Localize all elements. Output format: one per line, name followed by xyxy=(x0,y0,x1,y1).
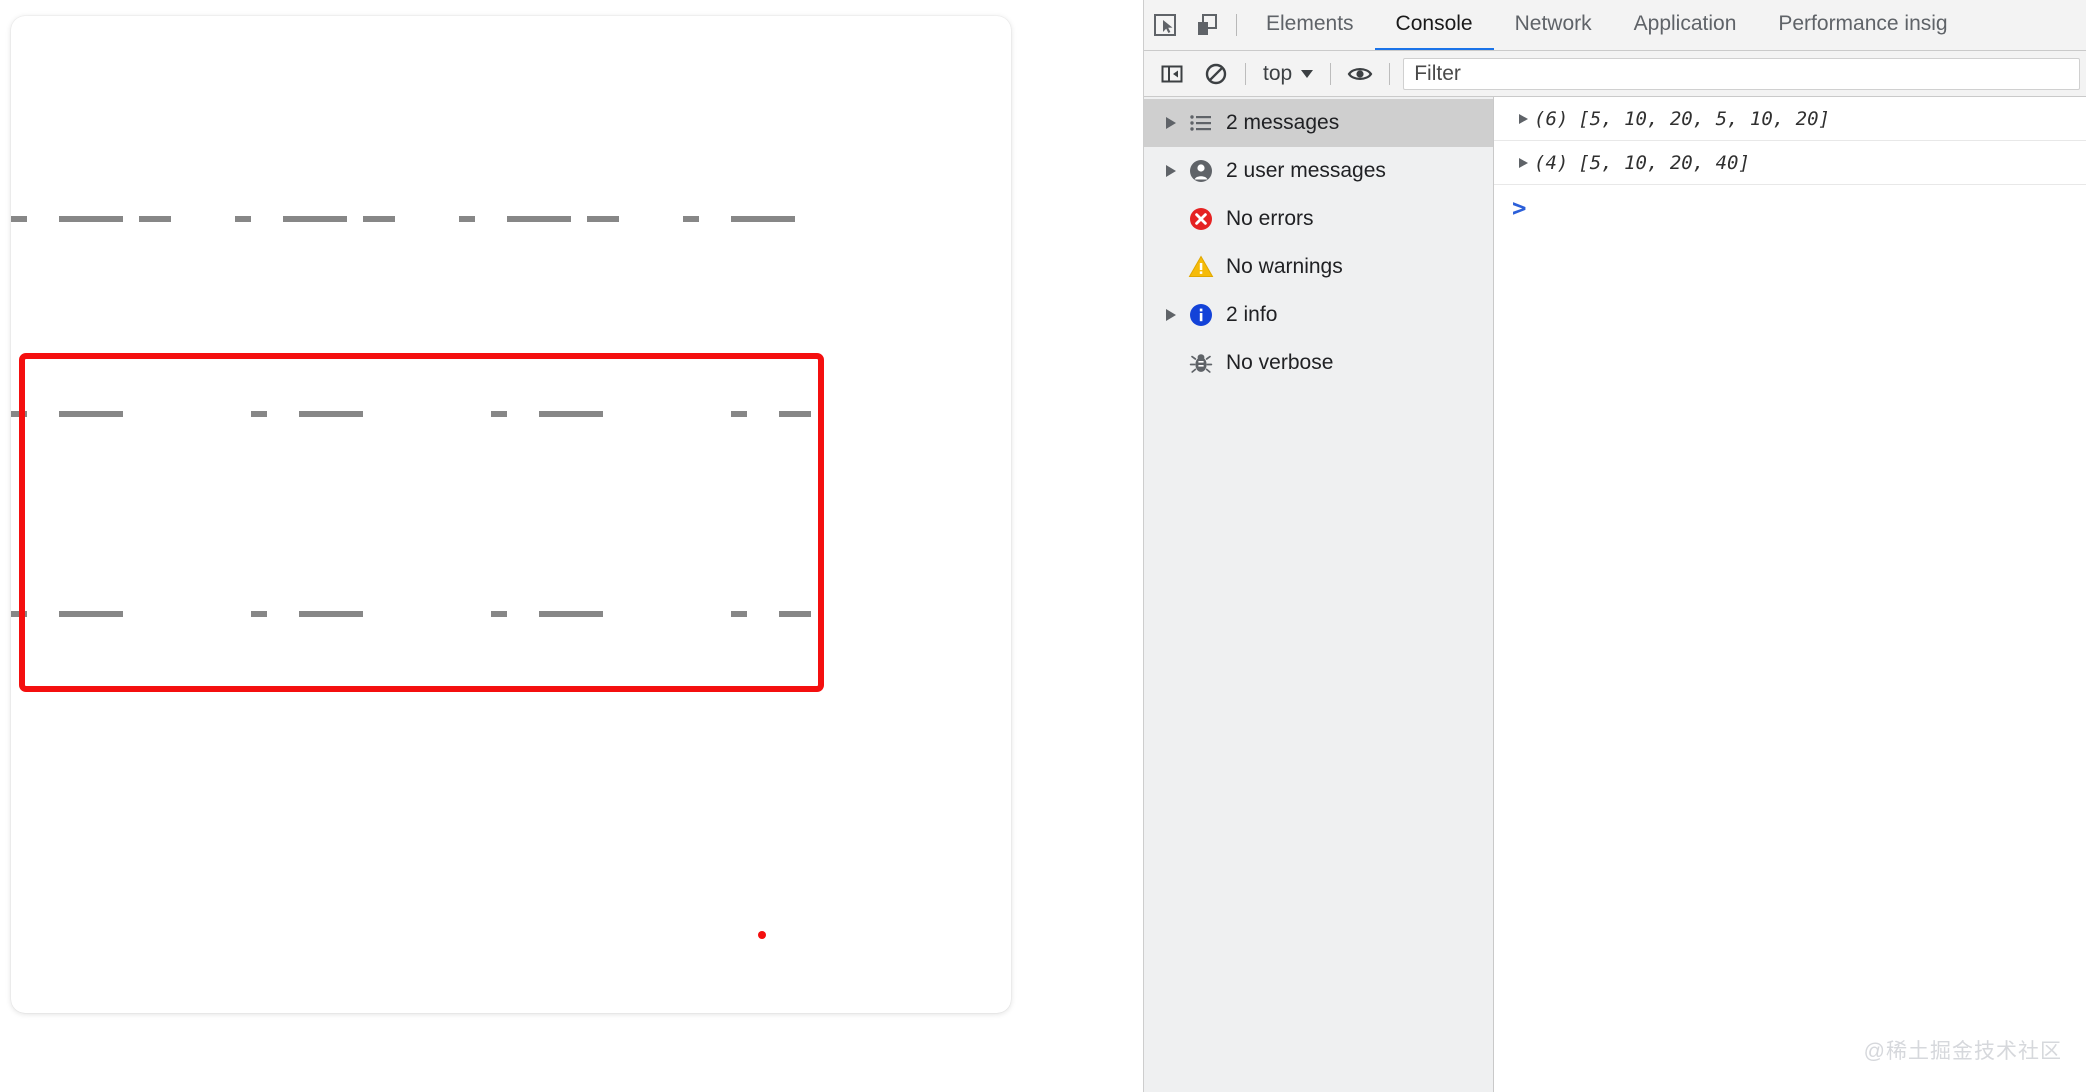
red-dot-marker xyxy=(758,931,766,939)
dash-segment xyxy=(459,216,475,222)
toolbar-divider-2 xyxy=(1330,62,1332,85)
watermark-text: @稀土掘金技术社区 xyxy=(1863,1040,2062,1063)
dash-segment xyxy=(731,216,795,222)
dash-segment xyxy=(587,216,619,222)
sidebar-item-label: No warnings xyxy=(1226,255,1343,278)
web-page-area xyxy=(0,0,1143,1092)
dash-segment xyxy=(11,216,27,222)
console-toolbar: top xyxy=(1144,51,2086,97)
sidebar-item-errors[interactable]: No errors xyxy=(1144,195,1493,243)
sidebar-item-label: No verbose xyxy=(1226,351,1334,374)
expand-triangle-icon[interactable] xyxy=(1158,309,1184,321)
sidebar-item-label: 2 info xyxy=(1226,303,1278,326)
console-sidebar: 2 messages 2 user messages No errors No … xyxy=(1144,97,1494,1092)
tab-application[interactable]: Application xyxy=(1613,0,1758,50)
console-message-list: (6) [5, 10, 20, 5, 10, 20] (4) [5, 10, 2… xyxy=(1494,97,2086,1092)
red-highlight-rectangle xyxy=(19,353,824,692)
expand-triangle-icon[interactable] xyxy=(1158,165,1184,177)
bug-icon xyxy=(1184,350,1218,376)
dash-segment xyxy=(363,216,395,222)
sidebar-item-messages[interactable]: 2 messages xyxy=(1144,99,1493,147)
dash-segment xyxy=(235,216,251,222)
execution-context-label: top xyxy=(1263,61,1293,85)
filter-input[interactable] xyxy=(1403,57,2080,90)
dash-segment xyxy=(139,216,171,222)
dash-segment xyxy=(59,216,123,222)
expand-triangle-icon[interactable] xyxy=(1158,117,1184,129)
devtools-tabbar: Elements Console Network Application Per… xyxy=(1144,0,2086,51)
dash-segment xyxy=(283,216,347,222)
devtools-panel: Elements Console Network Application Per… xyxy=(1143,0,2086,1092)
toolbar-divider-3 xyxy=(1389,62,1391,85)
execution-context-selector[interactable]: top xyxy=(1253,57,1323,91)
sidebar-item-label: 2 messages xyxy=(1226,111,1340,134)
sidebar-item-label: 2 user messages xyxy=(1226,159,1386,182)
console-message-array: [5, 10, 20, 40] xyxy=(1578,151,1750,174)
sidebar-item-verbose[interactable]: No verbose xyxy=(1144,339,1493,387)
chevron-down-icon xyxy=(1301,69,1314,78)
console-sidebar-toggle-icon[interactable] xyxy=(1150,54,1194,94)
tab-network[interactable]: Network xyxy=(1494,0,1613,50)
sidebar-item-label: No errors xyxy=(1226,207,1314,230)
cursor-select-icon[interactable] xyxy=(1144,0,1186,50)
toolbar-divider-1 xyxy=(1245,62,1246,85)
user-icon xyxy=(1184,158,1218,184)
canvas-surface xyxy=(11,16,1011,1013)
dash-segment xyxy=(507,216,571,222)
console-message-count: (4) xyxy=(1534,151,1569,174)
tab-performance-insights[interactable]: Performance insig xyxy=(1757,0,1968,50)
console-message-row[interactable]: (4) [5, 10, 20, 40] xyxy=(1494,141,2086,185)
clear-console-icon[interactable] xyxy=(1194,54,1238,94)
device-toggle-icon[interactable] xyxy=(1186,0,1228,50)
info-icon xyxy=(1184,302,1218,328)
error-icon xyxy=(1184,206,1218,232)
expand-triangle-icon[interactable] xyxy=(1512,157,1534,168)
sidebar-item-warnings[interactable]: No warnings xyxy=(1144,243,1493,291)
prompt-chevron-icon: > xyxy=(1512,194,1527,222)
list-icon xyxy=(1184,110,1218,136)
canvas-card xyxy=(11,16,1011,1013)
console-body: 2 messages 2 user messages No errors No … xyxy=(1144,97,2086,1092)
sidebar-item-info[interactable]: 2 info xyxy=(1144,291,1493,339)
tab-console[interactable]: Console xyxy=(1374,0,1494,50)
console-message-array: [5, 10, 20, 5, 10, 20] xyxy=(1578,107,1830,130)
screenshot-root: Elements Console Network Application Per… xyxy=(0,0,2086,1092)
warning-icon xyxy=(1184,254,1218,280)
live-expression-eye-icon[interactable] xyxy=(1338,54,1382,94)
console-prompt-row[interactable]: > xyxy=(1494,185,2086,231)
expand-triangle-icon[interactable] xyxy=(1512,113,1534,124)
console-message-row[interactable]: (6) [5, 10, 20, 5, 10, 20] xyxy=(1494,97,2086,141)
sidebar-item-user-messages[interactable]: 2 user messages xyxy=(1144,147,1493,195)
tab-elements[interactable]: Elements xyxy=(1245,0,1375,50)
console-message-count: (6) xyxy=(1534,107,1569,130)
dash-segment xyxy=(683,216,699,222)
dash-line-top xyxy=(11,216,801,222)
tabbar-divider xyxy=(1236,14,1237,36)
